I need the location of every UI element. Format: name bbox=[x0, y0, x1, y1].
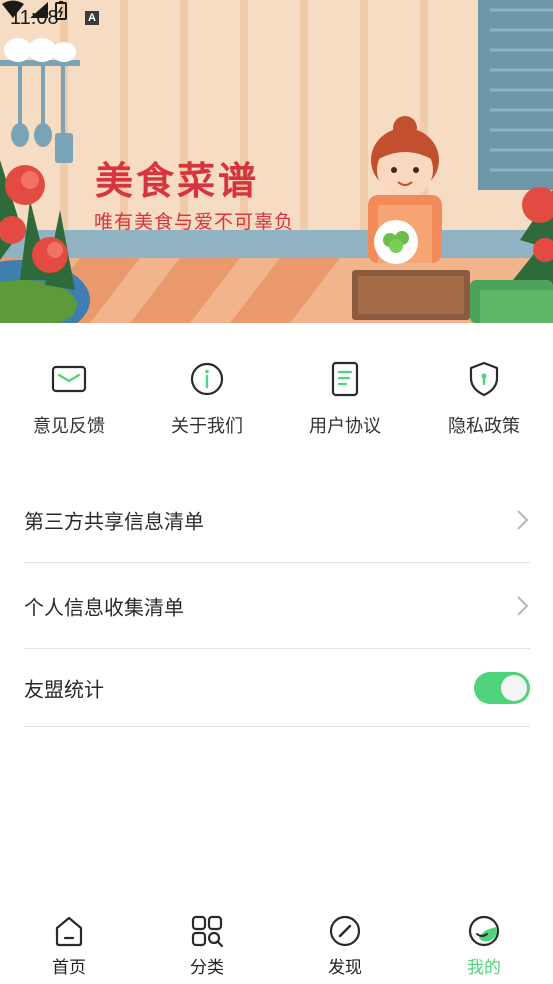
chevron-right-icon bbox=[517, 509, 529, 530]
user-agreement-button[interactable]: 用户协议 bbox=[285, 359, 405, 438]
umeng-stats-row: 友盟统计 bbox=[24, 649, 530, 727]
signal-icon bbox=[30, 2, 48, 18]
umeng-stats-toggle[interactable] bbox=[474, 671, 530, 704]
home-icon bbox=[55, 916, 83, 947]
wifi-icon bbox=[2, 0, 24, 18]
profile-icon bbox=[468, 915, 500, 947]
banner-illustration bbox=[0, 0, 553, 323]
info-icon bbox=[190, 362, 224, 396]
feedback-button[interactable]: 意见反馈 bbox=[9, 359, 129, 438]
about-us-label: 关于我们 bbox=[171, 416, 243, 437]
user-agreement-label: 用户协议 bbox=[309, 416, 381, 437]
chevron-right-icon bbox=[517, 595, 529, 616]
privacy-policy-label: 隐私政策 bbox=[448, 416, 520, 437]
bottom-nav: 首页 分类 发现 我的 bbox=[0, 904, 553, 984]
privacy-policy-button[interactable]: 隐私政策 bbox=[424, 359, 544, 438]
personal-info-collection-list-row[interactable]: 个人信息收集清单 bbox=[24, 563, 530, 649]
envelope-icon bbox=[51, 365, 87, 393]
shield-icon bbox=[469, 361, 499, 397]
document-icon bbox=[331, 361, 359, 397]
nav-discover-label: 发现 bbox=[328, 958, 362, 978]
third-party-sharing-list-row[interactable]: 第三方共享信息清单 bbox=[24, 477, 530, 563]
toggle-knob bbox=[501, 674, 527, 701]
nav-home[interactable]: 首页 bbox=[19, 914, 119, 978]
quick-actions: 意见反馈 关于我们 用户协议 隐私政策 bbox=[0, 323, 553, 473]
battery-icon bbox=[55, 2, 67, 20]
umeng-stats-label: 友盟统计 bbox=[24, 677, 104, 701]
personal-info-collection-list-label: 个人信息收集清单 bbox=[24, 595, 184, 619]
nav-profile[interactable]: 我的 bbox=[434, 914, 534, 978]
nav-category-label: 分类 bbox=[190, 958, 224, 978]
nav-discover[interactable]: 发现 bbox=[295, 914, 395, 978]
banner-title: 美食菜谱 bbox=[95, 158, 260, 203]
status-bar: 11:08 A bbox=[0, 0, 553, 36]
banner: 11:08 A 美食菜谱 唯有美食与爱不可辜负 bbox=[0, 0, 553, 323]
status-icons bbox=[2, 0, 67, 20]
notification-badge: A bbox=[85, 11, 99, 25]
feedback-label: 意见反馈 bbox=[33, 416, 105, 437]
nav-category[interactable]: 分类 bbox=[157, 914, 257, 978]
nav-profile-label: 我的 bbox=[467, 958, 501, 978]
nav-home-label: 首页 bbox=[52, 958, 86, 978]
banner-subtitle: 唯有美食与爱不可辜负 bbox=[94, 211, 295, 233]
category-icon bbox=[191, 915, 224, 948]
compass-icon bbox=[329, 915, 361, 947]
about-us-button[interactable]: 关于我们 bbox=[147, 359, 267, 438]
third-party-sharing-list-label: 第三方共享信息清单 bbox=[24, 509, 204, 533]
